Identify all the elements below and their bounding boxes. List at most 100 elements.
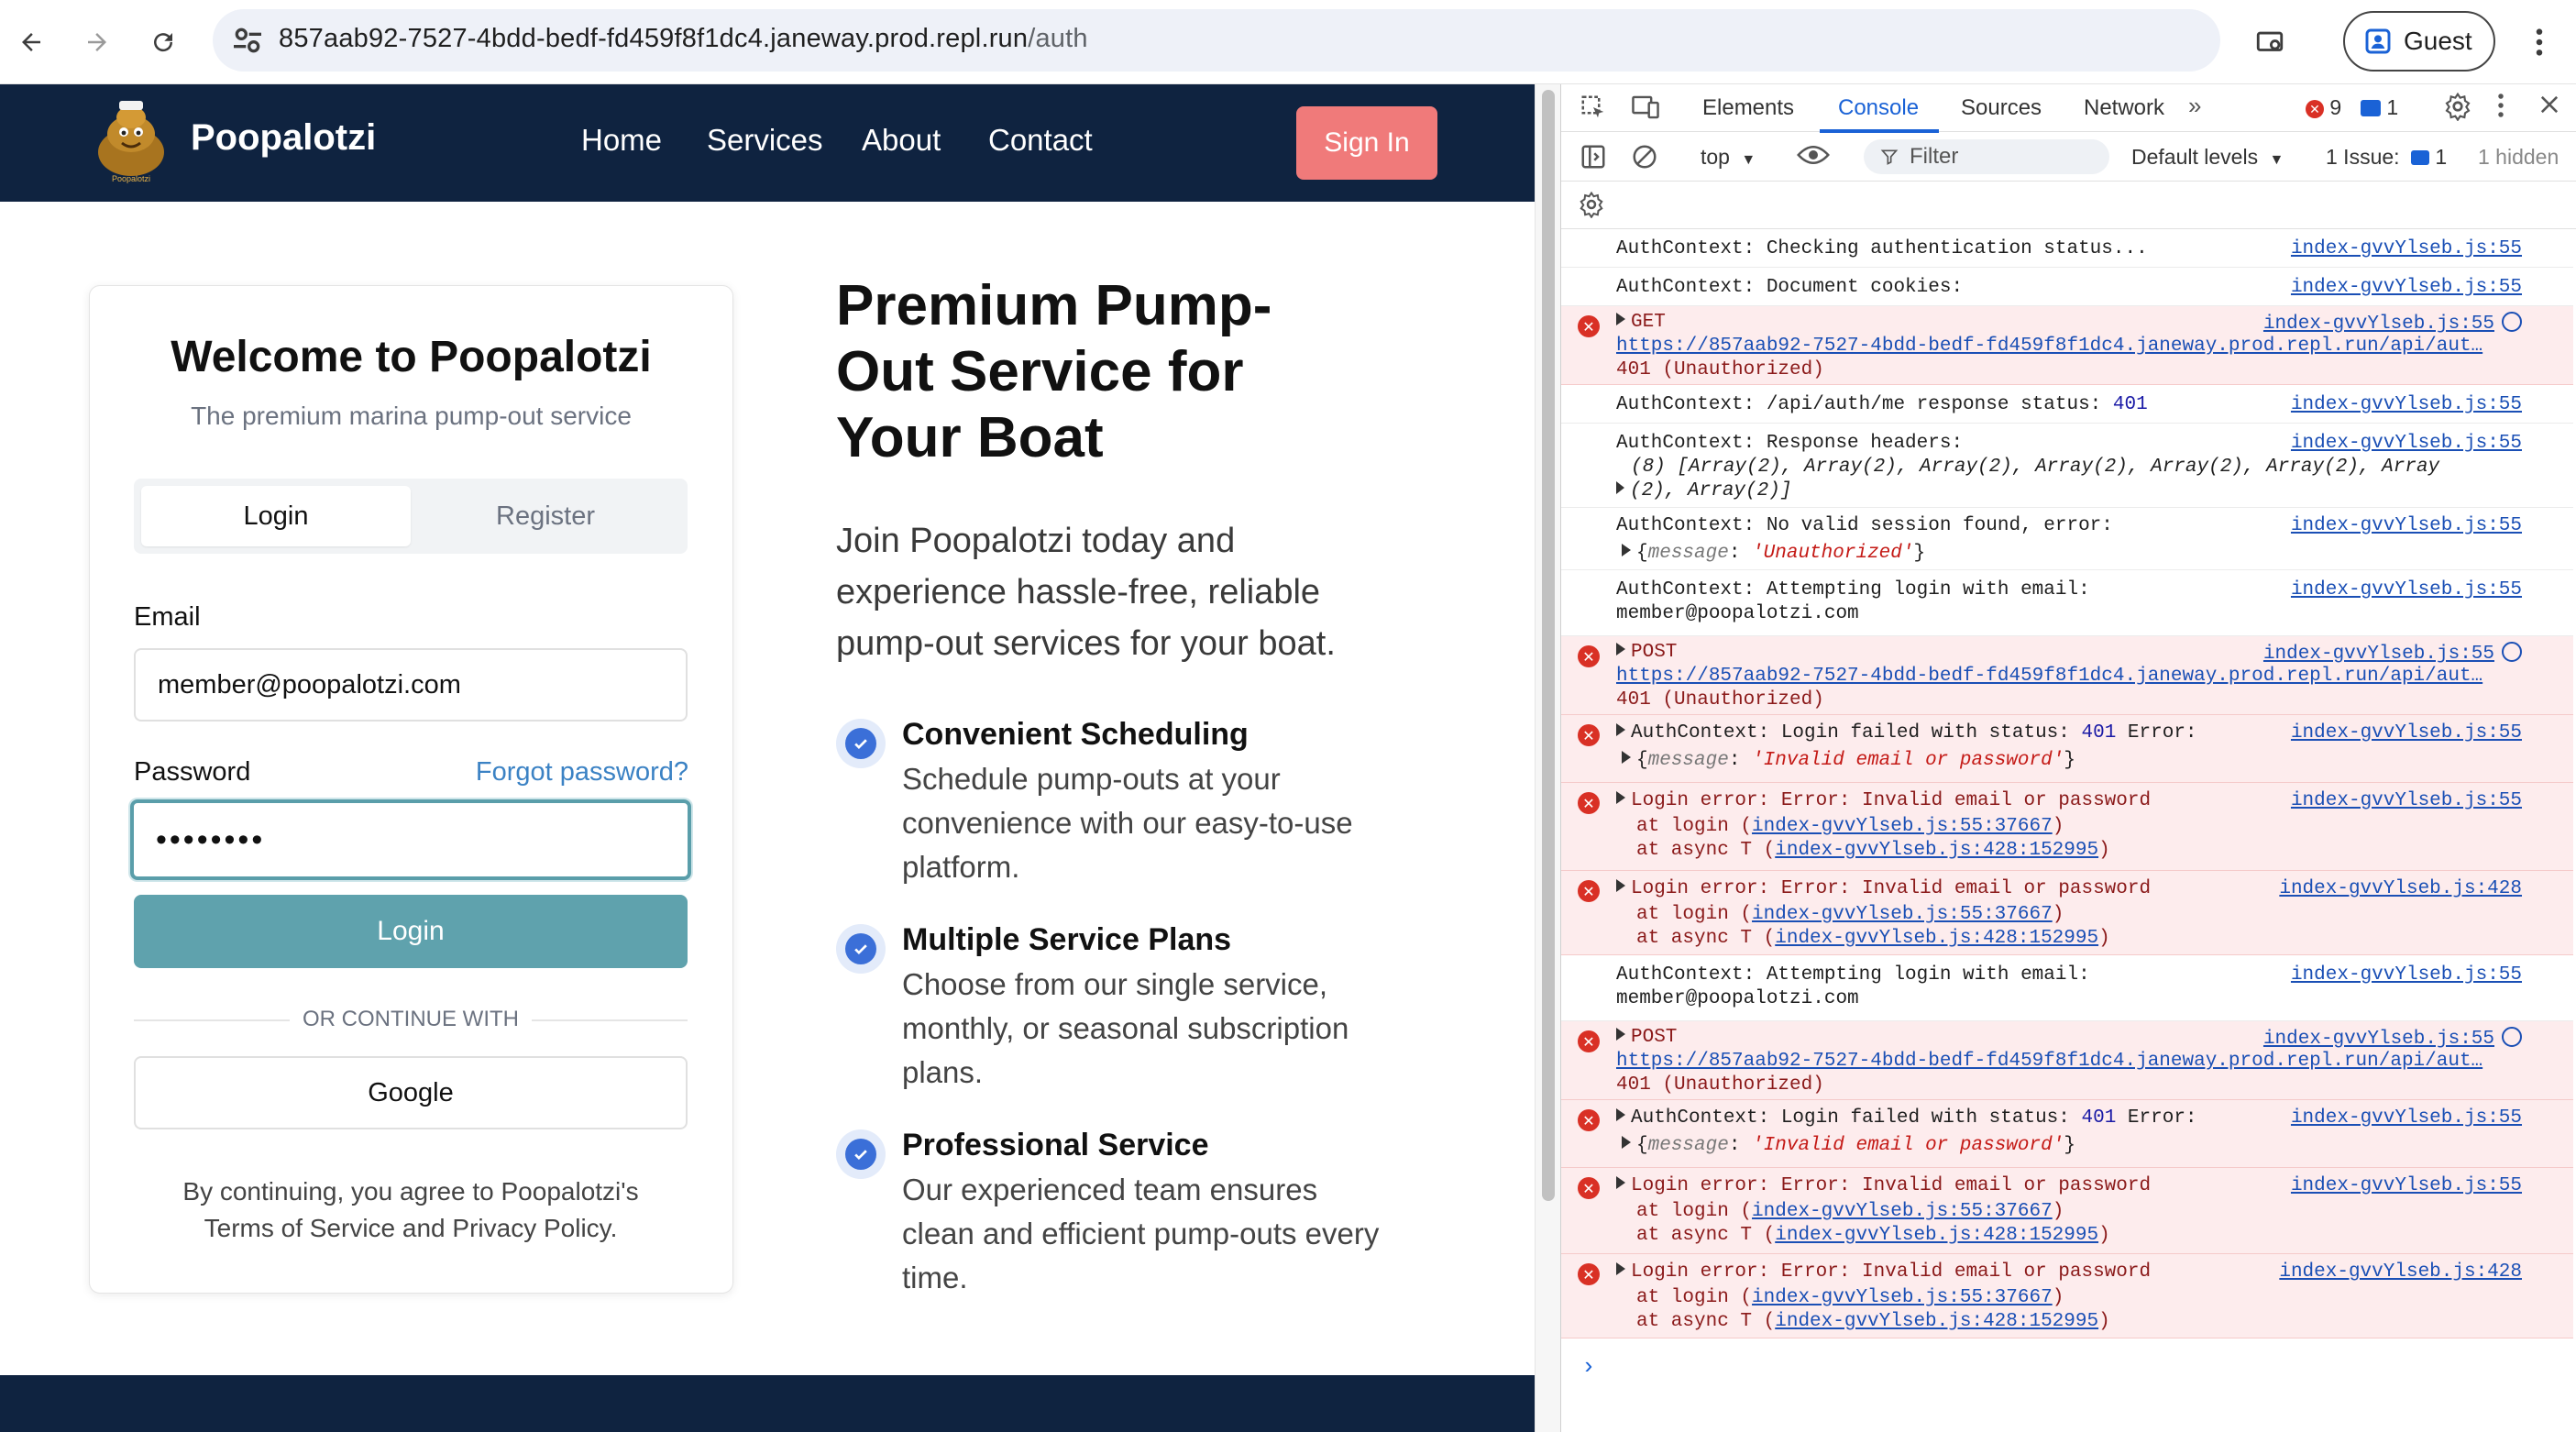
scrollbar-thumb[interactable]: [1542, 90, 1555, 1201]
source-link[interactable]: index-gvvYlseb.js:55: [2291, 515, 2522, 536]
source-link[interactable]: index-gvvYlseb.js:55: [2263, 312, 2522, 335]
expand-triangle-icon[interactable]: [1616, 1262, 1625, 1275]
reload-icon[interactable]: [139, 18, 187, 66]
log-text[interactable]: AuthContext: Login failed with status: 4…: [1616, 722, 2197, 744]
source-link[interactable]: index-gvvYlseb.js:55: [2291, 394, 2522, 415]
nav-about[interactable]: About: [862, 123, 941, 158]
source-link[interactable]: index-gvvYlseb.js:55: [2291, 277, 2522, 298]
source-link[interactable]: index-gvvYlseb.js:55: [2291, 790, 2522, 811]
expand-triangle-icon[interactable]: [1616, 879, 1625, 892]
request-url[interactable]: https://857aab92-7527-4bdd-bedf-fd459f8f…: [1616, 336, 2482, 357]
console-filter-input[interactable]: Filter: [1864, 139, 2109, 174]
cast-icon[interactable]: [2246, 18, 2294, 66]
source-link[interactable]: index-gvvYlseb.js:55: [2291, 722, 2522, 744]
log-text[interactable]: Login error: Error: Invalid email or pas…: [1616, 790, 2151, 811]
expand-triangle-icon[interactable]: [1616, 481, 1624, 494]
tab-network[interactable]: Network: [2084, 95, 2164, 121]
nav-contact[interactable]: Contact: [988, 123, 1093, 158]
forgot-password-link[interactable]: Forgot password?: [476, 757, 688, 788]
tab-login[interactable]: Login: [141, 486, 411, 546]
source-file[interactable]: index-gvvYlseb.js:55: [2263, 644, 2494, 665]
expand-triangle-icon[interactable]: [1616, 643, 1625, 655]
log-text[interactable]: POST: [1616, 1027, 1677, 1048]
google-button[interactable]: Google: [134, 1056, 688, 1129]
source-link[interactable]: index-gvvYlseb.js:55: [2263, 642, 2522, 665]
array-preview[interactable]: (8) [Array(2), Array(2), Array(2), Array…: [1616, 457, 2439, 478]
log-text[interactable]: GET: [1616, 312, 1666, 333]
source-link[interactable]: index-gvvYlseb.js:55: [2291, 433, 2522, 454]
expand-triangle-icon[interactable]: [1616, 1108, 1625, 1121]
message-counter[interactable]: 1: [2361, 95, 2398, 120]
source-link[interactable]: index-gvvYlseb.js:55: [2263, 1027, 2522, 1050]
expand-triangle-icon[interactable]: [1616, 1176, 1625, 1189]
expand-triangle-icon[interactable]: [1616, 791, 1625, 804]
email-field[interactable]: member@poopalotzi.com: [134, 648, 688, 722]
stack-link[interactable]: index-gvvYlseb.js:428:152995: [1775, 1225, 2098, 1246]
browser-menu-icon[interactable]: [2515, 18, 2563, 66]
log-text[interactable]: Login error: Error: Invalid email or pas…: [1616, 1261, 2151, 1283]
stack-link[interactable]: index-gvvYlseb.js:428:152995: [1775, 1311, 2098, 1332]
object-preview[interactable]: {message: 'Invalid email or password'}: [1622, 750, 2075, 771]
log-levels-selector[interactable]: Default levels ▼: [2131, 145, 2284, 170]
request-url[interactable]: https://857aab92-7527-4bdd-bedf-fd459f8f…: [1616, 1051, 2482, 1072]
more-tabs-icon[interactable]: »: [2188, 92, 2201, 120]
inspect-element-icon[interactable]: [1580, 94, 1607, 127]
clear-console-icon[interactable]: [1631, 143, 1658, 177]
address-bar[interactable]: 857aab92-7527-4bdd-bedf-fd459f8f1dc4.jan…: [213, 9, 2220, 72]
issues-button[interactable]: 1 Issue: 1: [2326, 145, 2447, 170]
stack-link[interactable]: index-gvvYlseb.js:55:37667: [1752, 816, 2053, 837]
tab-elements[interactable]: Elements: [1702, 95, 1794, 121]
back-arrow-icon[interactable]: [7, 18, 55, 66]
gear-icon[interactable]: [2443, 92, 2472, 127]
close-icon[interactable]: [2537, 92, 2562, 124]
expand-triangle-icon[interactable]: [1622, 751, 1631, 764]
tab-register[interactable]: Register: [411, 486, 680, 546]
expand-triangle-icon[interactable]: [1616, 1028, 1625, 1041]
source-link[interactable]: index-gvvYlseb.js:55: [2291, 964, 2522, 986]
source-file[interactable]: index-gvvYlseb.js:55: [2263, 1029, 2494, 1050]
log-text[interactable]: AuthContext: Login failed with status: 4…: [1616, 1107, 2197, 1129]
source-link[interactable]: index-gvvYlseb.js:55: [2291, 1107, 2522, 1129]
profile-button[interactable]: Guest: [2343, 11, 2495, 72]
source-link[interactable]: index-gvvYlseb.js:428: [2279, 1261, 2522, 1283]
nav-home[interactable]: Home: [581, 123, 662, 158]
console-settings-gear-icon[interactable]: [1578, 191, 1605, 225]
source-file[interactable]: index-gvvYlseb.js:55: [2263, 314, 2494, 335]
source-link[interactable]: index-gvvYlseb.js:428: [2279, 878, 2522, 899]
source-link[interactable]: index-gvvYlseb.js:55: [2291, 238, 2522, 259]
forward-arrow-icon[interactable]: [73, 18, 121, 66]
eye-icon[interactable]: [1796, 141, 1831, 175]
sidebar-toggle-icon[interactable]: [1580, 143, 1607, 177]
devtools-menu-icon[interactable]: [2496, 92, 2505, 126]
log-text[interactable]: Login error: Error: Invalid email or pas…: [1616, 1175, 2151, 1196]
error-counter[interactable]: ✕ 9: [2306, 95, 2341, 120]
brand-name[interactable]: Poopalotzi: [191, 117, 376, 159]
log-text[interactable]: Login error: Error: Invalid email or pas…: [1616, 878, 2151, 899]
password-field[interactable]: ••••••••: [130, 799, 691, 880]
request-url[interactable]: https://857aab92-7527-4bdd-bedf-fd459f8f…: [1616, 666, 2482, 687]
expand-triangle-icon[interactable]: [1616, 313, 1625, 325]
login-button[interactable]: Login: [134, 895, 688, 968]
sign-in-button[interactable]: Sign In: [1296, 106, 1437, 180]
stack-link[interactable]: index-gvvYlseb.js:55:37667: [1752, 904, 2053, 925]
expand-triangle-icon[interactable]: [1622, 544, 1631, 556]
context-selector[interactable]: top ▼: [1701, 145, 1756, 170]
expand-triangle-icon[interactable]: [1616, 723, 1625, 736]
source-link[interactable]: index-gvvYlseb.js:55: [2291, 1175, 2522, 1196]
object-preview[interactable]: {message: 'Unauthorized'}: [1622, 543, 1925, 564]
nav-services[interactable]: Services: [707, 123, 823, 158]
object-preview[interactable]: {message: 'Invalid email or password'}: [1622, 1135, 2075, 1156]
poopalotzi-logo[interactable]: Poopalotzi: [92, 97, 171, 185]
stack-link[interactable]: index-gvvYlseb.js:428:152995: [1775, 928, 2098, 949]
device-toolbar-icon[interactable]: [1631, 94, 1660, 127]
log-text[interactable]: POST: [1616, 642, 1677, 663]
stack-link[interactable]: index-gvvYlseb.js:55:37667: [1752, 1287, 2053, 1308]
expand-triangle-icon[interactable]: [1622, 1136, 1631, 1149]
page-scrollbar[interactable]: [1535, 84, 1560, 1432]
tab-sources[interactable]: Sources: [1961, 95, 2042, 121]
stack-link[interactable]: index-gvvYlseb.js:55:37667: [1752, 1201, 2053, 1222]
source-link[interactable]: index-gvvYlseb.js:55: [2291, 579, 2522, 600]
stack-link[interactable]: index-gvvYlseb.js:428:152995: [1775, 840, 2098, 861]
tab-console[interactable]: Console: [1838, 95, 1919, 121]
console-prompt-icon[interactable]: ›: [1581, 1353, 1596, 1381]
